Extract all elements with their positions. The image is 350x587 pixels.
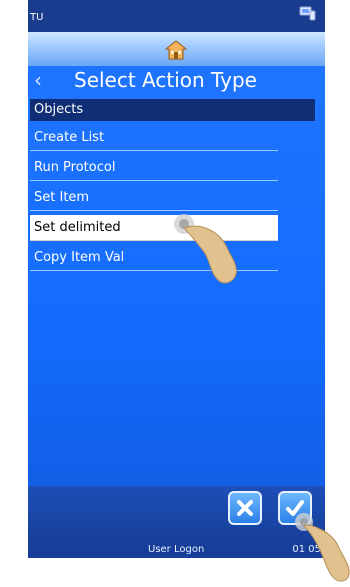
computer-icon [299,6,316,21]
list-item-label: Create List [34,130,105,145]
page-title: Select Action Type [74,68,257,92]
list-item-label: Set delimited [34,220,121,235]
tap-hand-icon [295,513,350,582]
list-item-run-protocol[interactable]: Run Protocol [30,155,278,181]
home-icon[interactable] [165,39,187,61]
list-item-set-item[interactable]: Set Item [30,185,278,211]
section-header: Objects [30,99,315,121]
chevron-left-icon[interactable]: ‹ [34,68,42,92]
user-logon-label: User Logon [148,544,205,555]
footer-bar: User Logon 01 05 [28,542,325,558]
tap-hand-icon [174,214,237,284]
close-icon [237,500,253,516]
cancel-button[interactable] [228,491,262,525]
list-item-label: Set Item [34,190,90,205]
status-left-text: TU [30,12,44,23]
list-item-copy-item-val[interactable]: Copy Item Val [30,245,278,271]
list-item-label: Run Protocol [34,160,116,175]
status-bar: TU [28,0,325,32]
list-item-set-delimited[interactable]: Set delimited [30,215,278,241]
bottom-bar [28,486,325,542]
header-bar [28,32,325,66]
list-item-create-list[interactable]: Create List [30,125,278,151]
title-bar: ‹ Select Action Type [28,66,325,96]
list-item-label: Copy Item Val [34,250,125,265]
